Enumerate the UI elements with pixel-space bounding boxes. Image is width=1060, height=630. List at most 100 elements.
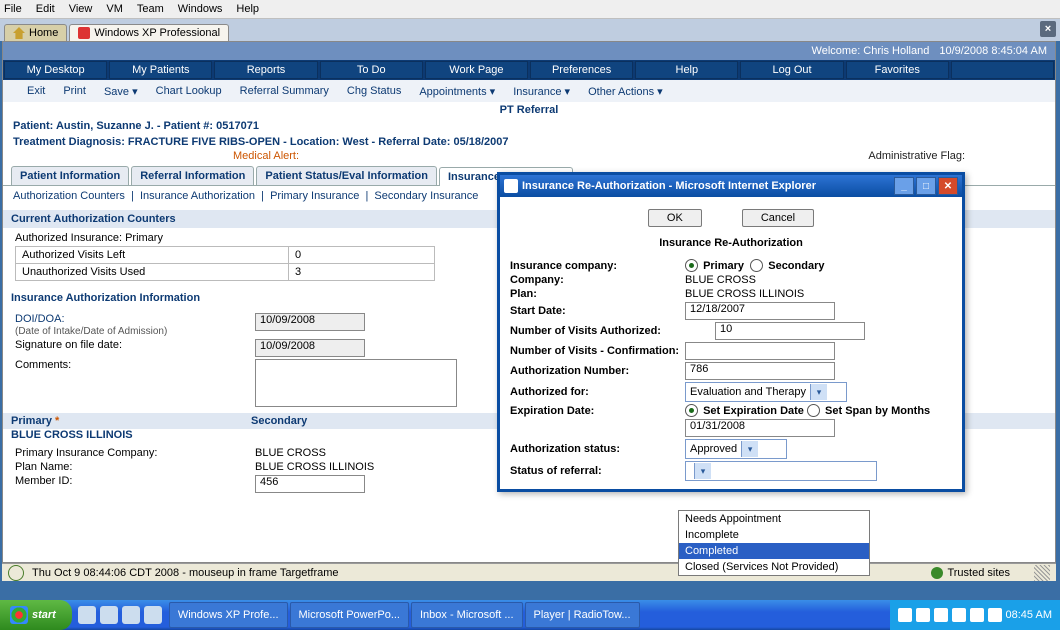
nav-todo[interactable]: To Do (320, 61, 423, 79)
toolbar: Exit Print Save ▾ Chart Lookup Referral … (3, 80, 1055, 102)
nav-help[interactable]: Help (635, 61, 738, 79)
start-button[interactable]: start (0, 600, 72, 630)
nav-favorites[interactable]: Favorites (846, 61, 949, 79)
chevron-down-icon: ▾ (810, 384, 827, 400)
option-closed[interactable]: Closed (Services Not Provided) (679, 559, 869, 575)
menu-view[interactable]: View (69, 3, 93, 15)
vm-icon (78, 27, 90, 39)
tool-exit[interactable]: Exit (27, 85, 45, 97)
dialog-maximize-button[interactable]: □ (916, 177, 936, 195)
radio-secondary-label: Secondary (768, 260, 824, 272)
resize-grip[interactable] (1034, 565, 1050, 581)
subtab-auth-counters[interactable]: Authorization Counters (13, 190, 125, 202)
dialog-minimize-button[interactable]: _ (894, 177, 914, 195)
tool-print[interactable]: Print (63, 85, 86, 97)
welcome-datetime: 10/9/2008 8:45:04 AM (939, 45, 1047, 57)
ql-icon-4[interactable] (144, 606, 162, 624)
nav-preferences[interactable]: Preferences (530, 61, 633, 79)
field-start-date[interactable]: 12/18/2007 (685, 302, 835, 320)
option-needs-appointment[interactable]: Needs Appointment (679, 511, 869, 527)
nav-blank[interactable] (951, 61, 1054, 79)
field-expiration-date[interactable]: 01/31/2008 (685, 419, 835, 437)
radio-set-span-label: Set Span by Months (825, 405, 930, 417)
radio-set-span[interactable] (807, 404, 820, 417)
field-nvisconf[interactable] (685, 342, 835, 360)
option-completed[interactable]: Completed (679, 543, 869, 559)
home-icon (13, 27, 25, 39)
vm-tab-xp-label: Windows XP Professional (94, 27, 220, 39)
tray-clock: 08:45 AM (1006, 609, 1052, 621)
medical-alert-label: Medical Alert: (233, 150, 299, 162)
tool-appointments[interactable]: Appointments ▾ (419, 85, 495, 98)
tray-icon[interactable] (898, 608, 912, 622)
ql-icon-1[interactable] (78, 606, 96, 624)
option-incomplete[interactable]: Incomplete (679, 527, 869, 543)
tool-chart-lookup[interactable]: Chart Lookup (156, 85, 222, 97)
tab-patient-status[interactable]: Patient Status/Eval Information (256, 166, 437, 185)
menu-edit[interactable]: Edit (36, 3, 55, 15)
nav-logout[interactable]: Log Out (740, 61, 843, 79)
ql-icon-2[interactable] (100, 606, 118, 624)
menu-vm[interactable]: VM (106, 3, 123, 15)
ok-button[interactable]: OK (648, 209, 702, 227)
comments-field[interactable] (255, 359, 457, 407)
combo-authfor[interactable]: Evaluation and Therapy▾ (685, 382, 847, 402)
tool-insurance[interactable]: Insurance ▾ (513, 85, 570, 98)
combo-auth-status[interactable]: Approved▾ (685, 439, 787, 459)
tray-icon[interactable] (988, 608, 1002, 622)
menu-file[interactable]: File (4, 3, 22, 15)
doi-field[interactable]: 10/09/2008 (255, 313, 365, 331)
ie-icon (504, 179, 518, 193)
task-outlook[interactable]: Inbox - Microsoft ... (411, 602, 523, 628)
nav-my-patients[interactable]: My Patients (109, 61, 212, 79)
tray-icon[interactable] (952, 608, 966, 622)
subtab-secondary-ins[interactable]: Secondary Insurance (374, 190, 478, 202)
nav-my-desktop[interactable]: My Desktop (4, 61, 107, 79)
cancel-button[interactable]: Cancel (742, 209, 814, 227)
field-authno[interactable]: 786 (685, 362, 835, 380)
radio-secondary[interactable] (750, 259, 763, 272)
tray-icon[interactable] (934, 608, 948, 622)
refresh-icon[interactable] (8, 565, 24, 581)
tray-icon[interactable] (970, 608, 984, 622)
tab-referral-info[interactable]: Referral Information (131, 166, 254, 185)
required-asterisk: * (55, 415, 59, 427)
menu-help[interactable]: Help (236, 3, 259, 15)
tool-other-actions[interactable]: Other Actions ▾ (588, 85, 663, 98)
plan-label: Plan Name: (15, 461, 255, 473)
dialog-close-button[interactable]: ✕ (938, 177, 958, 195)
ie-statusbar: Thu Oct 9 08:44:06 CDT 2008 - mouseup in… (2, 563, 1056, 581)
task-xp[interactable]: Windows XP Profe... (169, 602, 288, 628)
sig-field[interactable]: 10/09/2008 (255, 339, 365, 357)
nav-reports[interactable]: Reports (214, 61, 317, 79)
admin-flag-label: Administrative Flag: (868, 150, 965, 162)
system-tray: 08:45 AM (890, 600, 1060, 630)
member-label: Member ID: (15, 475, 255, 487)
vm-tab-xp[interactable]: Windows XP Professional (69, 24, 229, 41)
vm-tab-home[interactable]: Home (4, 24, 67, 41)
nav-workpage[interactable]: Work Page (425, 61, 528, 79)
member-field[interactable]: 456 (255, 475, 365, 493)
dialog-titlebar[interactable]: Insurance Re-Authorization - Microsoft I… (500, 175, 962, 197)
combo-status-referral[interactable]: ▾ (685, 461, 877, 481)
start-label: start (32, 609, 56, 621)
tool-referral-summary[interactable]: Referral Summary (240, 85, 329, 97)
subtab-ins-auth[interactable]: Insurance Authorization (140, 190, 255, 202)
ql-icon-3[interactable] (122, 606, 140, 624)
tab-patient-info[interactable]: Patient Information (11, 166, 129, 185)
vm-close-button[interactable]: × (1040, 21, 1056, 37)
patient-line: Patient: Austin, Suzanne J. - Patient #:… (3, 118, 1055, 134)
tray-icon[interactable] (916, 608, 930, 622)
tool-save[interactable]: Save ▾ (104, 85, 138, 98)
menu-windows[interactable]: Windows (178, 3, 223, 15)
radio-primary[interactable] (685, 259, 698, 272)
field-nvis[interactable]: 10 (715, 322, 865, 340)
tool-chg-status[interactable]: Chg Status (347, 85, 401, 97)
task-player[interactable]: Player | RadioTow... (525, 602, 640, 628)
menu-team[interactable]: Team (137, 3, 164, 15)
task-powerpoint[interactable]: Microsoft PowerPo... (290, 602, 409, 628)
status-referral-dropdown: Needs Appointment Incomplete Completed C… (678, 510, 870, 576)
val-auth-visits-left: 0 (289, 247, 435, 264)
subtab-primary-ins[interactable]: Primary Insurance (270, 190, 359, 202)
radio-set-expiration[interactable] (685, 404, 698, 417)
